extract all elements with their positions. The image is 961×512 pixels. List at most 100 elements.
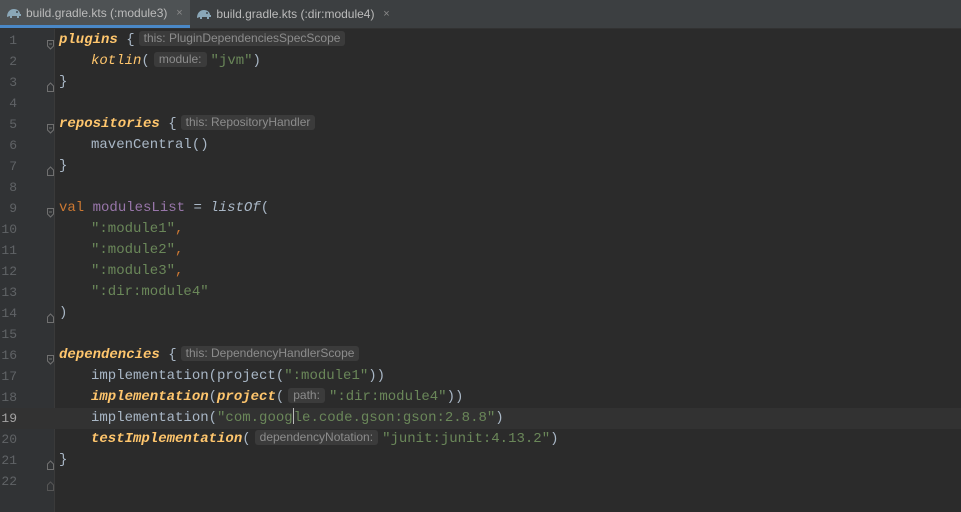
code-text: ":module1", bbox=[59, 219, 183, 240]
function-call: mavenCentral() bbox=[91, 137, 209, 153]
gradle-elephant-icon bbox=[6, 6, 22, 20]
line-number: 12 bbox=[1, 264, 17, 279]
paren: )) bbox=[368, 368, 386, 384]
ide-window: build.gradle.kts (:module3) × build.grad… bbox=[0, 0, 961, 512]
keyword: val bbox=[59, 200, 85, 216]
code-line[interactable]: 16 dependencies {this: DependencyHandler… bbox=[0, 345, 961, 366]
tab-label: build.gradle.kts (:dir:module4) bbox=[216, 7, 375, 21]
string-literal: ":module2" bbox=[91, 242, 176, 258]
code-text: implementation(project(path: ":dir:module… bbox=[59, 387, 463, 408]
code-line[interactable]: 15 bbox=[0, 324, 961, 345]
function-call: kotlin bbox=[91, 53, 142, 69]
line-number: 3 bbox=[9, 75, 17, 90]
brace: { bbox=[159, 116, 177, 132]
paren: ) bbox=[252, 53, 261, 69]
tab-build-gradle-module3[interactable]: build.gradle.kts (:module3) × bbox=[0, 0, 191, 28]
string-literal: ":module3" bbox=[91, 263, 176, 279]
tab-build-gradle-dir-module4[interactable]: build.gradle.kts (:dir:module4) × bbox=[190, 0, 397, 28]
fold-open-icon[interactable] bbox=[47, 350, 54, 365]
code-line[interactable]: 2 kotlin(module: "jvm") bbox=[0, 51, 961, 72]
paren: ( bbox=[242, 431, 251, 447]
line-number: 10 bbox=[1, 222, 17, 237]
code-line[interactable]: 7 } bbox=[0, 156, 961, 177]
function-call: listOf bbox=[210, 200, 261, 216]
string-literal: "com.goog bbox=[217, 410, 293, 426]
code-line-current[interactable]: 19 implementation("com.google.code.gson:… bbox=[0, 408, 961, 429]
brace: { bbox=[159, 347, 177, 363]
line-number: 2 bbox=[9, 54, 17, 69]
line-number: 13 bbox=[1, 285, 17, 300]
brace: } bbox=[59, 452, 68, 468]
tab-label: build.gradle.kts (:module3) bbox=[26, 5, 168, 20]
line-number: 22 bbox=[1, 474, 17, 489]
line-number: 6 bbox=[9, 138, 17, 153]
inlay-hint: path: bbox=[288, 388, 325, 403]
editor-tab-bar: build.gradle.kts (:module3) × build.grad… bbox=[0, 0, 961, 29]
line-number: 20 bbox=[1, 432, 17, 447]
paren: ) bbox=[550, 431, 559, 447]
code-line[interactable]: 10 ":module1", bbox=[0, 219, 961, 240]
code-line[interactable]: 22 bbox=[0, 471, 961, 492]
fold-close-icon[interactable] bbox=[47, 161, 54, 176]
repositories-block: repositories bbox=[59, 116, 160, 132]
code-text: ":module3", bbox=[59, 261, 183, 282]
code-text: ":module2", bbox=[59, 240, 183, 261]
variable-name: modulesList bbox=[92, 200, 186, 216]
function-call: testImplementation bbox=[91, 431, 243, 447]
code-text: implementation(project(":module1")) bbox=[59, 366, 385, 387]
code-line[interactable]: 11 ":module2", bbox=[0, 240, 961, 261]
string-literal: ":module1" bbox=[284, 368, 369, 384]
brace: { bbox=[117, 32, 135, 48]
close-icon[interactable]: × bbox=[174, 7, 184, 19]
line-number: 19 bbox=[1, 411, 17, 426]
code-editor[interactable]: 1 plugins {this: PluginDependenciesSpecS… bbox=[0, 29, 961, 512]
inlay-hint: dependencyNotation: bbox=[254, 430, 379, 445]
line-number: 8 bbox=[9, 180, 17, 195]
fold-open-icon[interactable] bbox=[47, 35, 54, 50]
line-number: 5 bbox=[9, 117, 17, 132]
code-line[interactable]: 4 bbox=[0, 93, 961, 114]
code-line[interactable]: 3 } bbox=[0, 72, 961, 93]
close-icon[interactable]: × bbox=[381, 8, 391, 20]
code-text: val modulesList = listOf( bbox=[59, 198, 269, 219]
code-text: kotlin(module: "jvm") bbox=[59, 51, 261, 72]
plugins-block: plugins bbox=[59, 32, 118, 48]
string-literal: ":dir:module4" bbox=[328, 389, 447, 405]
code-line[interactable]: 8 bbox=[0, 177, 961, 198]
fold-close-icon[interactable] bbox=[47, 77, 54, 92]
code-text: repositories {this: RepositoryHandler bbox=[59, 114, 319, 135]
line-number: 14 bbox=[1, 306, 17, 321]
code-line[interactable]: 1 plugins {this: PluginDependenciesSpecS… bbox=[0, 30, 961, 51]
code-line[interactable]: 5 repositories {this: RepositoryHandler bbox=[0, 114, 961, 135]
comma: , bbox=[175, 221, 184, 237]
line-number: 9 bbox=[9, 201, 17, 216]
function-call: implementation bbox=[91, 389, 209, 405]
code-line[interactable]: 17 implementation(project(":module1")) bbox=[0, 366, 961, 387]
dependencies-block: dependencies bbox=[59, 347, 160, 363]
string-literal: "junit:junit:4.13.2" bbox=[382, 431, 551, 447]
code-line[interactable]: 12 ":module3", bbox=[0, 261, 961, 282]
inlay-hint: this: PluginDependenciesSpecScope bbox=[138, 31, 346, 46]
paren: ( bbox=[141, 53, 150, 69]
string-literal: le.code.gson:gson:2.8.8" bbox=[293, 410, 496, 426]
line-number: 17 bbox=[1, 369, 17, 384]
code-text: dependencies {this: DependencyHandlerSco… bbox=[59, 345, 363, 366]
code-line[interactable]: 14 ) bbox=[0, 303, 961, 324]
code-text: implementation("com.google.code.gson:gso… bbox=[59, 408, 504, 429]
fold-close-icon[interactable] bbox=[47, 455, 54, 470]
fold-open-icon[interactable] bbox=[47, 119, 54, 134]
string-literal: ":dir:module4" bbox=[91, 284, 209, 300]
fold-close-icon[interactable] bbox=[47, 308, 54, 323]
code-line[interactable]: 18 implementation(project(path: ":dir:mod… bbox=[0, 387, 961, 408]
line-number: 1 bbox=[9, 33, 17, 48]
code-line[interactable]: 13 ":dir:module4" bbox=[0, 282, 961, 303]
code-line[interactable]: 9 val modulesList = listOf( bbox=[0, 198, 961, 219]
code-line[interactable]: 20 testImplementation(dependencyNotation… bbox=[0, 429, 961, 450]
string-literal: "jvm" bbox=[210, 53, 253, 69]
line-number: 11 bbox=[1, 243, 17, 258]
code-line[interactable]: 6 mavenCentral() bbox=[0, 135, 961, 156]
fold-open-icon[interactable] bbox=[47, 203, 54, 218]
code-line[interactable]: 21 } bbox=[0, 450, 961, 471]
fold-marker-icon bbox=[47, 476, 54, 491]
line-number: 21 bbox=[1, 453, 17, 468]
